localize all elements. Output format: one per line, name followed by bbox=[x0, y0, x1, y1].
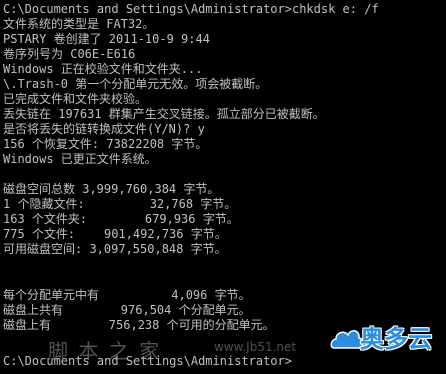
console-line: 是否将丢失的链转换成文件(Y/N)? y bbox=[3, 122, 205, 136]
console-line: C:\Documents and Settings\Administrator>… bbox=[3, 2, 379, 16]
console-line: 卷序列号为 C06E-E616 bbox=[3, 47, 136, 61]
console-line: 163 个文件夹: 679,936 字节。 bbox=[3, 212, 239, 226]
console-line: 磁盘上有 756,238 个可用的分配单元。 bbox=[3, 318, 275, 332]
console-line: 磁盘空间总数 3,999,760,384 字节。 bbox=[3, 182, 220, 196]
console-line: 文件系统的类型是 FAT32。 bbox=[3, 17, 155, 31]
console-line: \.Trash-0 第一个分配单元无效。项会被截断。 bbox=[3, 77, 268, 91]
watermark-text: 脚 本 之 家 bbox=[48, 339, 162, 363]
console-line: 1 个隐藏文件: 32,768 字节。 bbox=[3, 197, 237, 211]
console-line: Windows 正在校验文件和文件夹... bbox=[3, 62, 203, 76]
console-line: 已完成文件和文件夹校验。 bbox=[3, 92, 148, 106]
console-line: 156 个恢复文件: 73822208 字节。 bbox=[3, 137, 208, 151]
watermark-url: www.Jb51.net bbox=[214, 340, 297, 354]
console-line: 磁盘上共有 976,504 个分配单元。 bbox=[3, 303, 251, 317]
console-line: Windows 已更正文件系统。 bbox=[3, 152, 157, 166]
console-line: 丢失链在 197631 群集产生交叉链接。孤立部分已被截断。 bbox=[3, 107, 325, 121]
logo-text: 奥多云 bbox=[360, 325, 432, 353]
console-line: 775 个文件: 901,492,736 字节。 bbox=[3, 227, 227, 241]
console-line: PSTARY 卷创建了 2011-10-9 9:44 bbox=[3, 32, 210, 46]
console-line: 每个分配单元中有 4,096 字节。 bbox=[3, 288, 251, 302]
console-line: 可用磁盘空间: 3,097,550,848 字节。 bbox=[3, 242, 227, 256]
